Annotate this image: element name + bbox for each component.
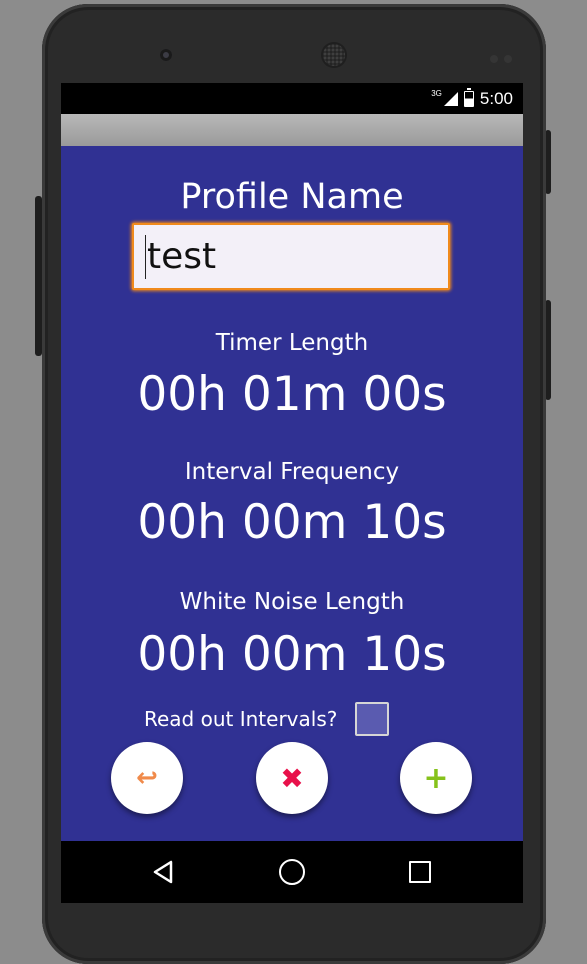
interval-frequency-value[interactable]: 00h 00m 10s xyxy=(61,495,523,551)
timer-length-value[interactable]: 00h 01m 00s xyxy=(61,367,523,423)
battery-icon xyxy=(463,88,474,107)
front-camera-icon xyxy=(160,49,172,61)
home-icon xyxy=(279,859,305,885)
action-bar xyxy=(61,114,523,146)
white-noise-length-label: White Noise Length xyxy=(179,589,405,615)
white-noise-length-value[interactable]: 00h 00m 10s xyxy=(61,627,523,683)
back-icon xyxy=(153,860,173,884)
plus-icon: + xyxy=(423,760,449,796)
read-out-checkbox[interactable] xyxy=(355,702,390,736)
close-icon: ✖ xyxy=(280,761,304,795)
speaker-grille-icon xyxy=(323,44,345,66)
recent-apps-button[interactable] xyxy=(407,859,433,885)
cancel-button[interactable]: ✖ xyxy=(256,742,328,814)
home-button[interactable] xyxy=(279,859,305,885)
read-out-row: Read out Intervals? xyxy=(144,702,390,736)
signal-icon xyxy=(443,92,458,106)
interval-frequency-label: Interval Frequency xyxy=(184,459,400,485)
profile-name-input[interactable] xyxy=(132,223,450,290)
undo-icon: ↩ xyxy=(136,763,158,793)
undo-button[interactable]: ↩ xyxy=(111,742,183,814)
add-button[interactable]: + xyxy=(400,742,472,814)
timer-length-label: Timer Length xyxy=(215,330,369,356)
network-type: 3G xyxy=(431,88,442,98)
screen: 3G 5:00 Profile Name Timer Length 00h 01… xyxy=(61,83,523,903)
back-button[interactable] xyxy=(151,859,177,885)
recent-apps-icon xyxy=(409,861,431,883)
volume-button xyxy=(35,196,42,356)
status-bar: 3G 5:00 xyxy=(61,83,523,114)
status-time: 5:00 xyxy=(479,89,513,108)
sensors xyxy=(490,48,520,63)
navigation-bar xyxy=(61,841,523,903)
read-out-label: Read out Intervals? xyxy=(144,707,338,731)
profile-name-label: Profile Name xyxy=(180,177,404,217)
text-cursor xyxy=(145,235,146,279)
